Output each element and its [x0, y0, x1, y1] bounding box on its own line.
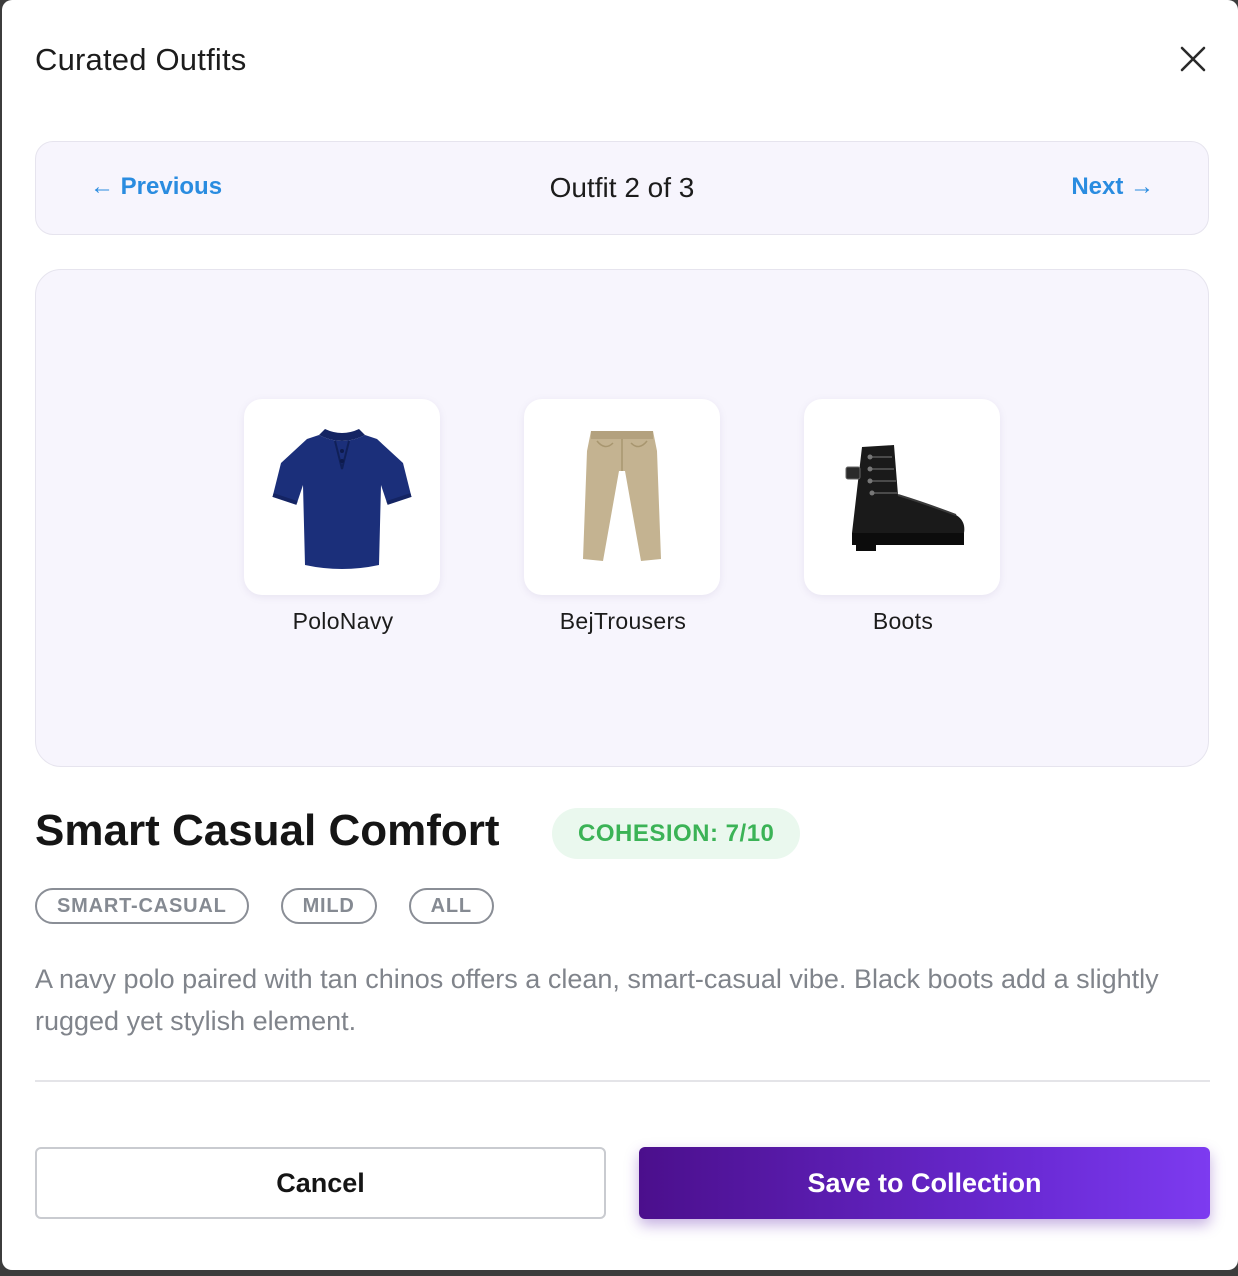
modal-header: Curated Outfits — [35, 38, 1212, 86]
tag-style: SMART-CASUAL — [35, 888, 249, 924]
item-label: PoloNavy — [292, 608, 394, 634]
save-to-collection-button[interactable]: Save to Collection — [639, 1147, 1210, 1219]
item-card[interactable] — [244, 399, 440, 595]
outfit-tags: SMART-CASUAL MILD ALL — [35, 888, 494, 924]
close-button[interactable] — [1174, 40, 1212, 78]
tag-weather: MILD — [280, 888, 377, 924]
outfit-item-polo[interactable]: PoloNavy — [244, 399, 442, 635]
trousers-icon — [583, 431, 661, 561]
outfit-item-boots[interactable]: Boots — [804, 399, 1002, 635]
item-label: BejTrousers — [559, 608, 687, 634]
polo-shirt-icon — [272, 429, 412, 569]
close-icon — [1180, 46, 1206, 72]
cancel-button[interactable]: Cancel — [35, 1147, 606, 1219]
cohesion-badge: COHESION: 7/10 — [552, 808, 801, 859]
tag-season: ALL — [408, 888, 494, 924]
item-card[interactable] — [804, 399, 1000, 595]
next-outfit-button[interactable]: Next → — [1071, 173, 1154, 201]
outfit-name: Smart Casual Comfort — [35, 806, 500, 855]
outfit-navigation: ← Previous Outfit 2 of 3 Next → — [35, 141, 1209, 235]
divider — [35, 1080, 1210, 1082]
outfit-description: A navy polo paired with tan chinos offer… — [35, 964, 1159, 1036]
outfit-items-panel: PoloNavy BejTrousers Boots — [35, 269, 1209, 767]
modal-title: Curated Outfits — [35, 42, 247, 77]
item-label: Boots — [872, 608, 934, 634]
boot-icon — [845, 445, 965, 551]
curated-outfits-modal: Curated Outfits ← Previous Outfit 2 of 3… — [2, 0, 1238, 1270]
outfit-counter: Outfit 2 of 3 — [549, 172, 695, 203]
item-card[interactable] — [524, 399, 720, 595]
outfit-item-trousers[interactable]: BejTrousers — [524, 399, 722, 635]
